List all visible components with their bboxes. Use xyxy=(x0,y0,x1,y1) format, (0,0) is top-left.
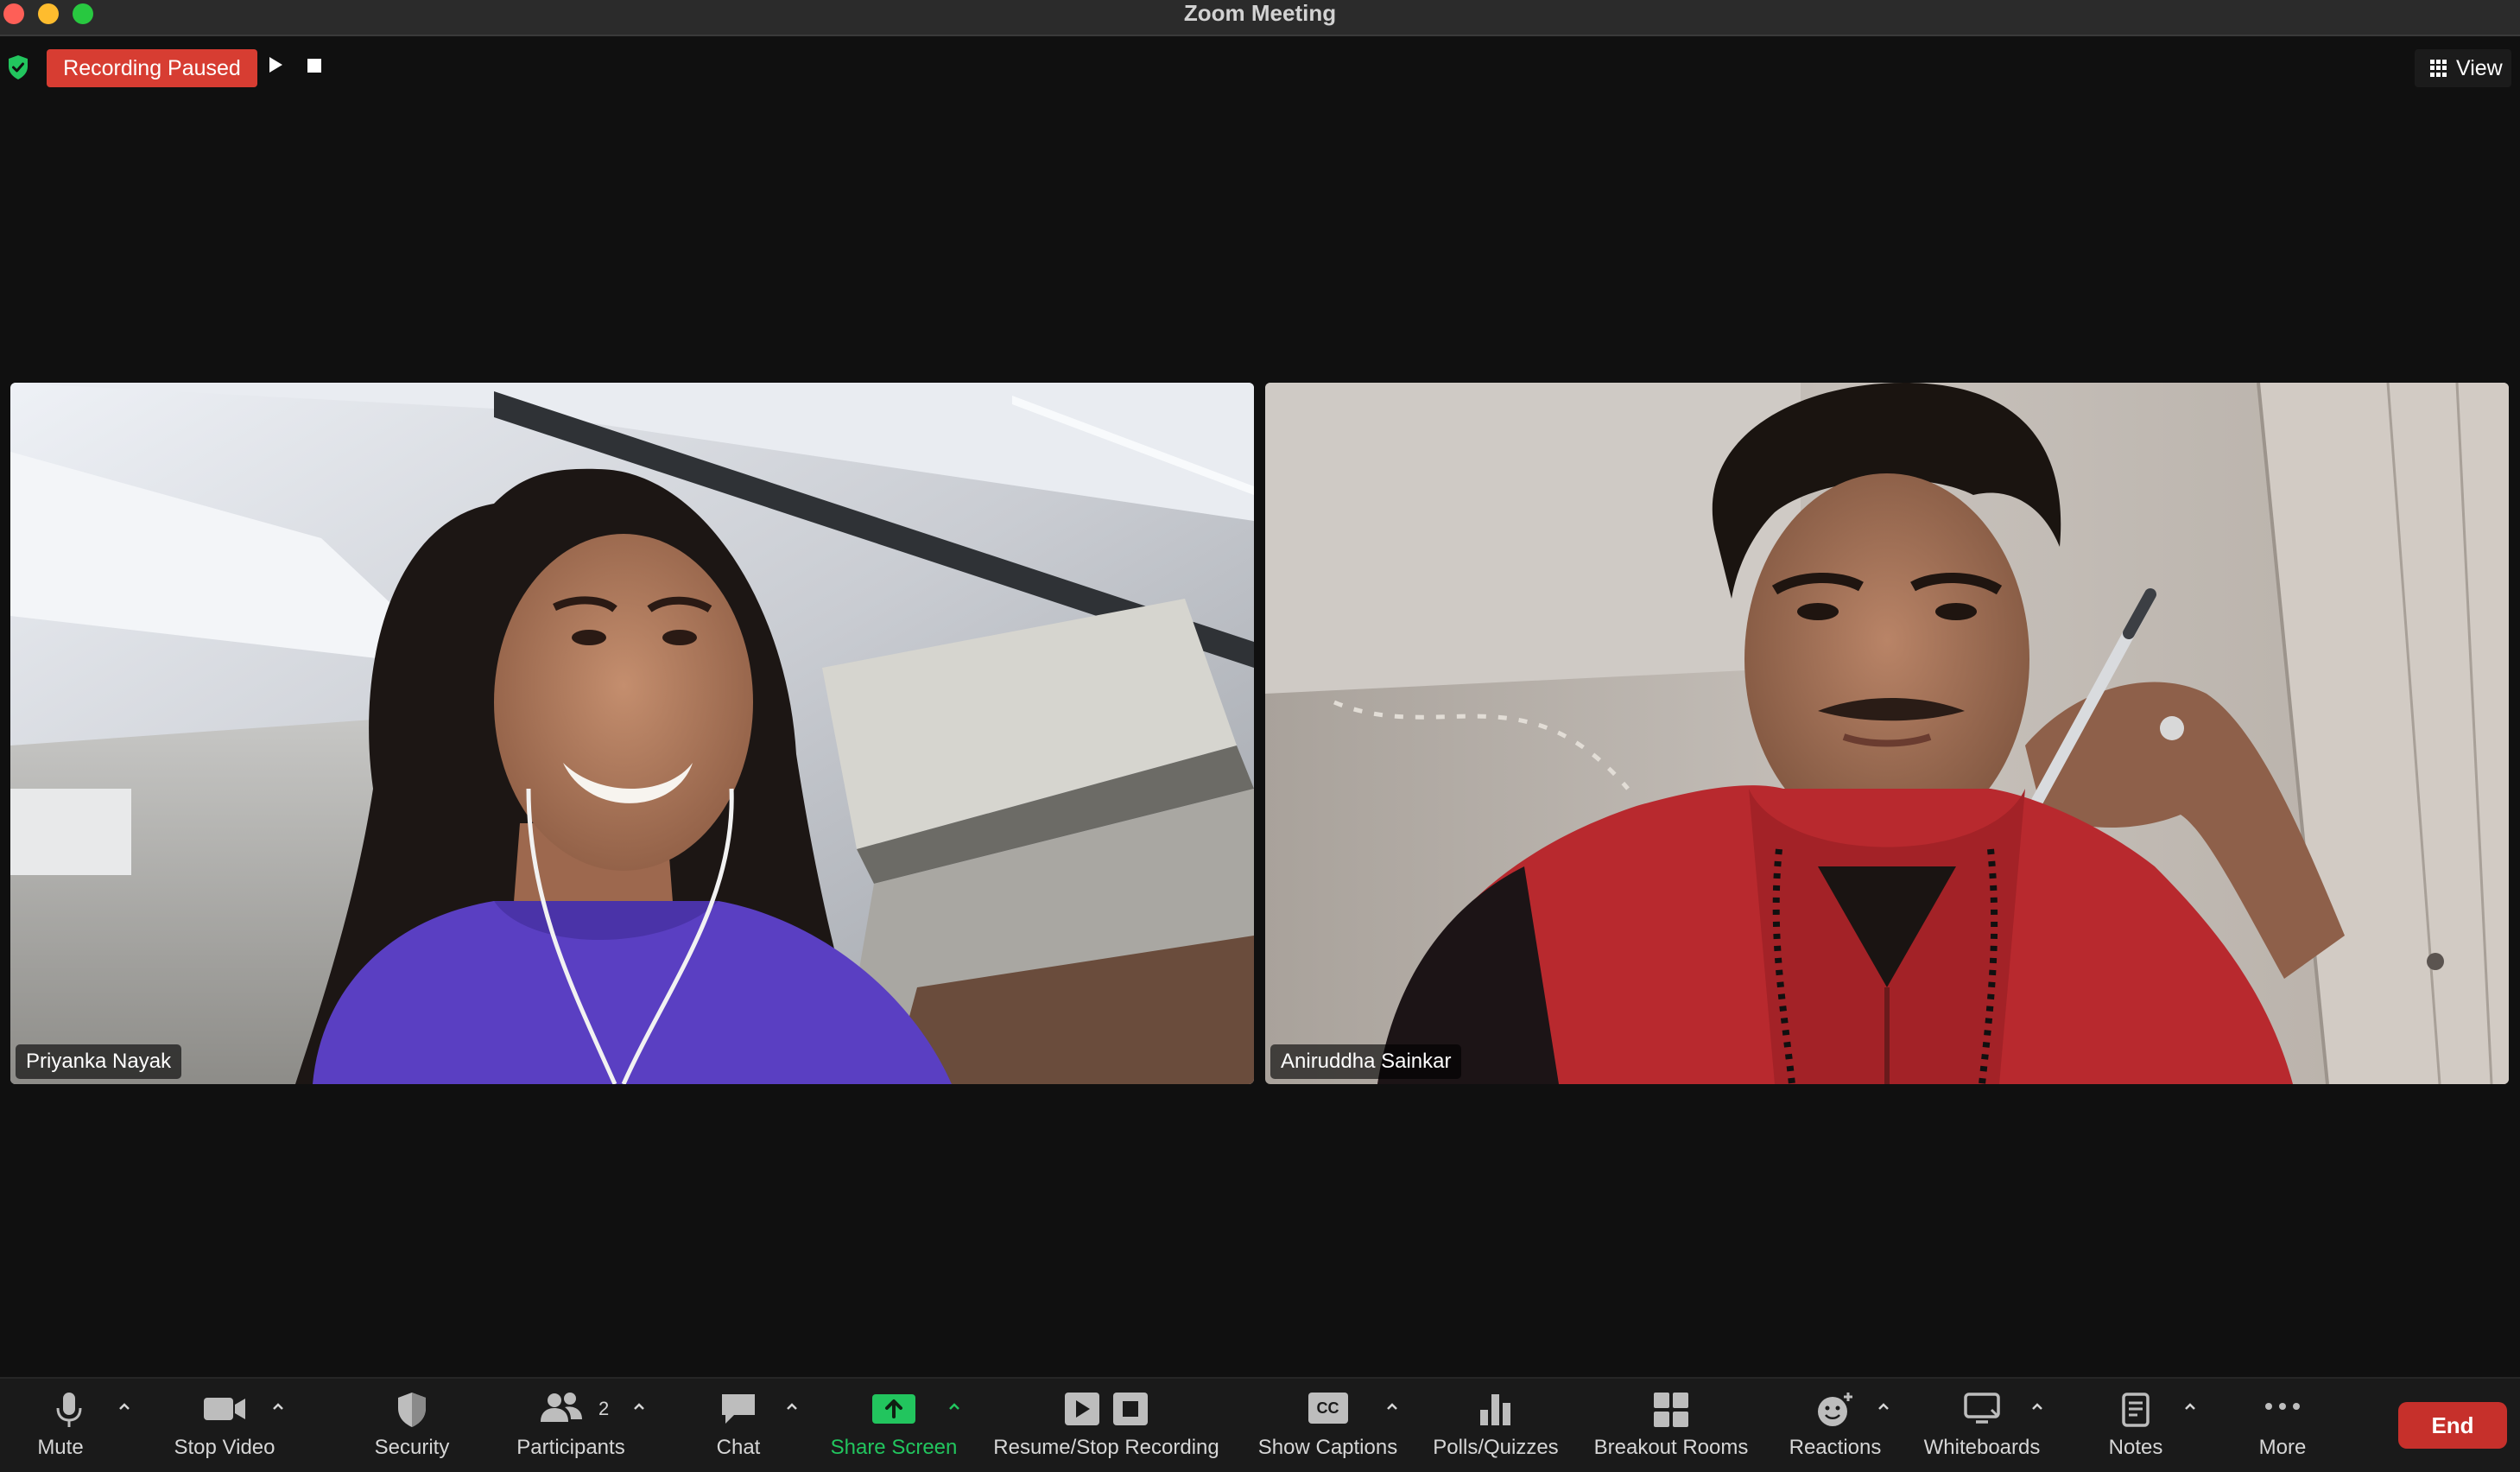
ellipsis-icon xyxy=(2265,1403,2300,1410)
people-icon xyxy=(541,1393,583,1422)
share-screen-button[interactable]: Share Screen xyxy=(820,1379,967,1472)
participant-count-badge: 2 xyxy=(598,1398,610,1419)
recording-control-button[interactable]: Resume/Stop Recording xyxy=(985,1379,1228,1472)
participant-video-feed xyxy=(1265,383,2509,1084)
security-button[interactable]: Security xyxy=(351,1379,472,1472)
whiteboards-button[interactable]: Whiteboards xyxy=(1913,1379,2051,1472)
participant-name-tag: Aniruddha Sainkar xyxy=(1270,1044,1462,1079)
shield-check-icon[interactable] xyxy=(7,54,29,80)
caret-up-icon[interactable] xyxy=(2030,1399,2044,1413)
chat-bubble-icon xyxy=(722,1394,755,1424)
more-label: More xyxy=(2258,1436,2307,1459)
participants-label: Participants xyxy=(516,1436,625,1459)
caret-up-icon[interactable] xyxy=(2183,1399,2197,1413)
smiley-icon xyxy=(1818,1393,1852,1426)
caret-up-icon[interactable] xyxy=(1385,1399,1399,1413)
shield-icon xyxy=(398,1393,426,1427)
play-stop-icon xyxy=(1065,1393,1148,1425)
notes-label: Notes xyxy=(2108,1436,2163,1459)
stop-video-button[interactable]: Stop Video xyxy=(155,1379,294,1472)
mute-label: Mute xyxy=(37,1436,84,1459)
bar-chart-icon xyxy=(1480,1394,1510,1425)
whiteboard-icon xyxy=(1964,1393,2000,1424)
mute-button[interactable]: Mute xyxy=(9,1379,130,1472)
participant-name-tag: Priyanka Nayak xyxy=(16,1044,182,1079)
participant-video-tile[interactable]: Priyanka Nayak xyxy=(10,383,1254,1084)
caret-up-icon[interactable] xyxy=(1877,1399,1890,1413)
recording-status-badge[interactable]: Recording Paused xyxy=(47,49,257,87)
notes-icon xyxy=(2122,1393,2150,1427)
breakout-rooms-label: Breakout Rooms xyxy=(1593,1436,1749,1459)
stop-video-label: Stop Video xyxy=(174,1436,275,1459)
meeting-toolbar: Mute Stop Video Security 2 Participants xyxy=(0,1377,2520,1472)
cc-icon-text: CC xyxy=(1316,1399,1339,1417)
microphone-icon xyxy=(56,1393,82,1427)
caret-up-icon[interactable] xyxy=(117,1399,131,1413)
notes-button[interactable]: Notes xyxy=(2084,1379,2188,1472)
window-title: Zoom Meeting xyxy=(1183,0,1337,26)
polls-quizzes-button[interactable]: Polls/Quizzes xyxy=(1425,1379,1567,1472)
reactions-button[interactable]: Reactions xyxy=(1779,1379,1891,1472)
whiteboards-label: Whiteboards xyxy=(1923,1436,2041,1459)
caret-up-icon[interactable] xyxy=(632,1399,646,1413)
end-meeting-button[interactable]: End xyxy=(2398,1402,2507,1449)
caret-up-icon[interactable] xyxy=(785,1399,799,1413)
show-captions-label: Show Captions xyxy=(1257,1436,1398,1459)
participant-video-feed xyxy=(10,383,1254,1084)
view-button[interactable]: View xyxy=(2415,49,2511,87)
polls-quizzes-label: Polls/Quizzes xyxy=(1433,1436,1559,1459)
play-icon[interactable] xyxy=(269,57,282,73)
grid-icon xyxy=(2430,60,2447,77)
breakout-grid-icon xyxy=(1654,1393,1688,1427)
caret-up-icon[interactable] xyxy=(947,1399,961,1413)
recording-label: Resume/Stop Recording xyxy=(993,1436,1219,1459)
view-label: View xyxy=(2456,56,2503,80)
camera-icon xyxy=(204,1398,245,1420)
reactions-label: Reactions xyxy=(1789,1436,1882,1459)
more-button[interactable]: More xyxy=(2231,1379,2334,1472)
participants-button[interactable]: 2 Participants xyxy=(502,1379,640,1472)
share-arrow-icon xyxy=(872,1394,915,1424)
title-bar: Zoom Meeting xyxy=(0,0,2520,36)
stop-icon[interactable] xyxy=(307,59,321,73)
participant-video-tile[interactable]: Aniruddha Sainkar xyxy=(1265,383,2509,1084)
chat-label: Chat xyxy=(716,1436,761,1459)
chat-button[interactable]: Chat xyxy=(687,1379,790,1472)
security-label: Security xyxy=(374,1436,450,1459)
show-captions-button[interactable]: CC Show Captions xyxy=(1252,1379,1403,1472)
caret-up-icon[interactable] xyxy=(271,1399,285,1413)
breakout-rooms-button[interactable]: Breakout Rooms xyxy=(1589,1379,1753,1472)
share-screen-label: Share Screen xyxy=(830,1436,958,1459)
